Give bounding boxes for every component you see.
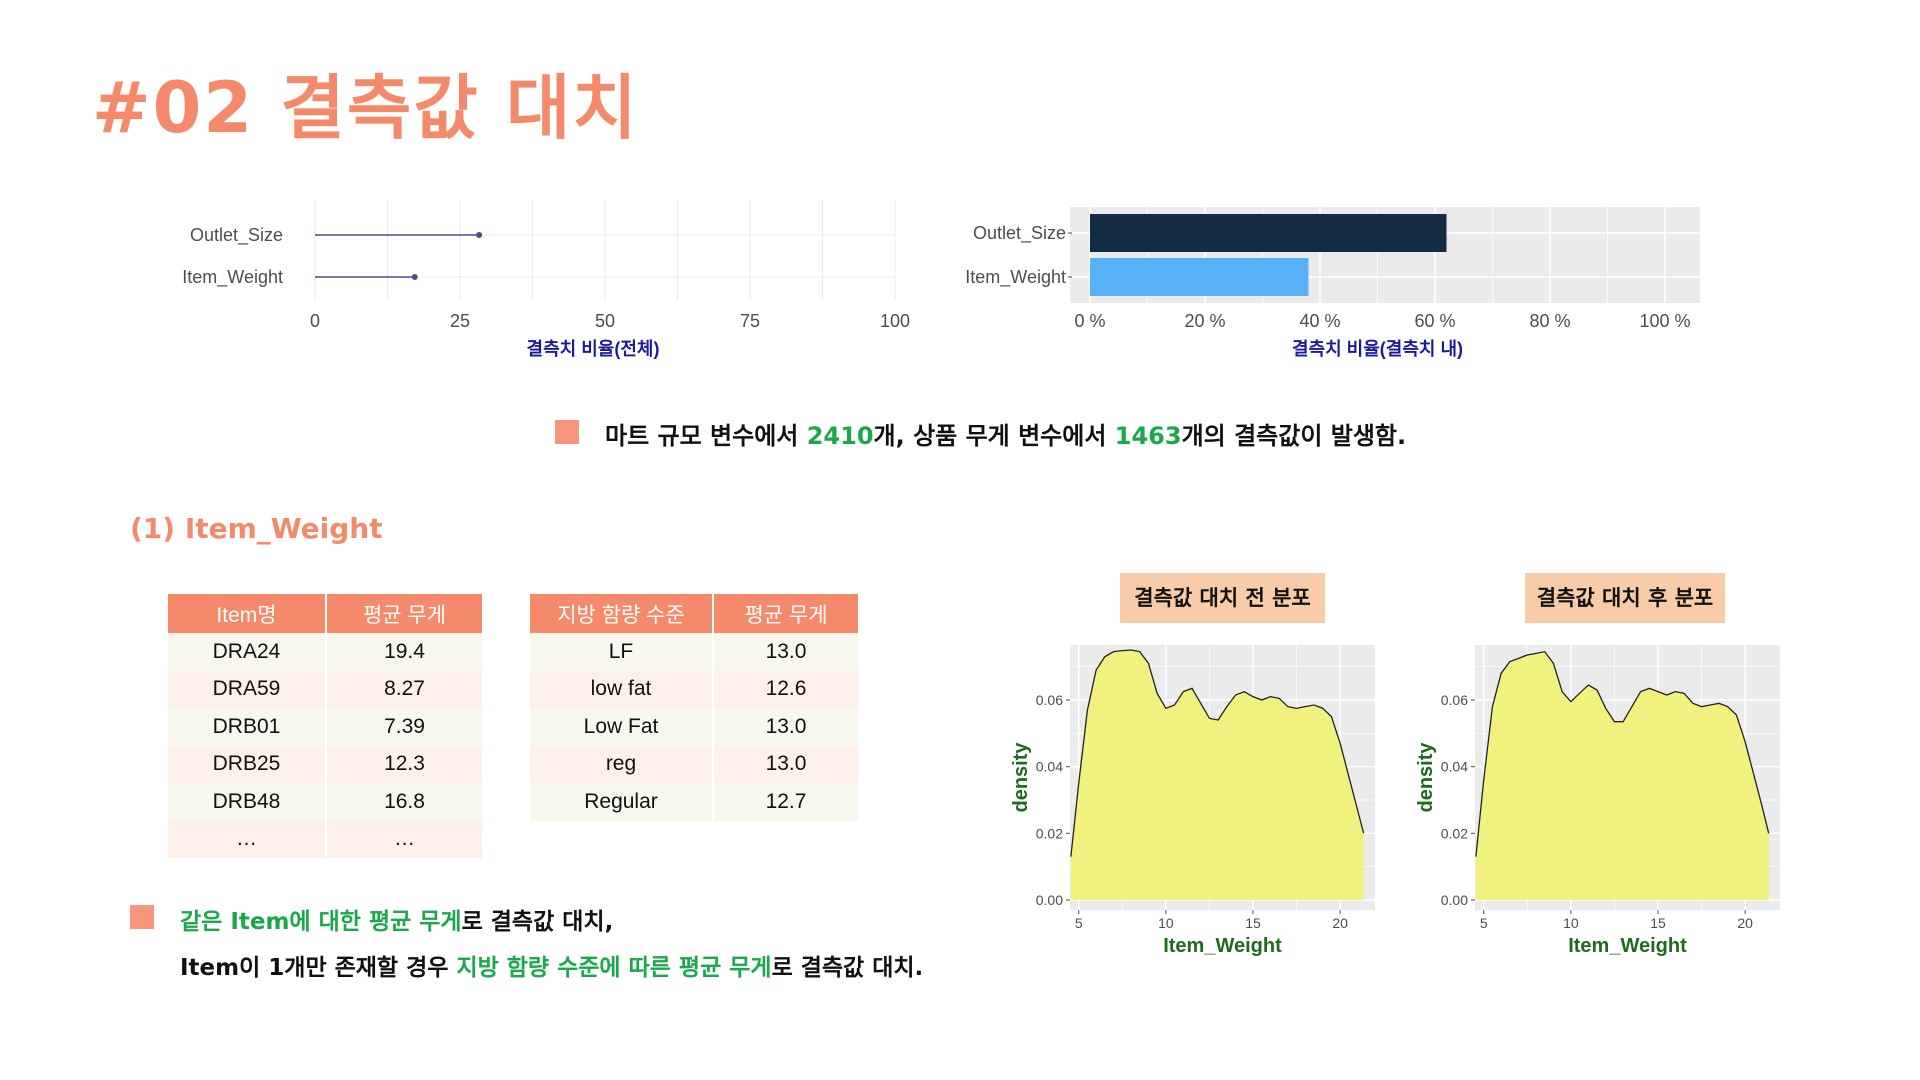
x-axis-label: 결측치 비율(결측치 내)	[1292, 339, 1463, 359]
table-cell: …	[168, 820, 327, 858]
y-tick-label: Outlet_Size	[190, 225, 283, 246]
table-header: 평균 무게	[326, 594, 484, 633]
x-tick-label: 10	[1158, 915, 1174, 931]
table-cell: 13.0	[713, 745, 860, 783]
x-tick-label: 0	[310, 311, 320, 331]
density-after-label: 결측값 대치 후 분포	[1525, 573, 1725, 623]
y-tick-label: 0.02	[1441, 825, 1468, 841]
y-tick-label: 0.04	[1036, 759, 1063, 775]
bullet-square-icon	[555, 420, 579, 444]
x-tick-label: 80 %	[1529, 311, 1570, 331]
x-tick-label: 75	[740, 311, 760, 331]
table-cell: DRB25	[168, 745, 327, 783]
y-tick-label: 0.04	[1441, 759, 1468, 775]
x-axis-label: Item_Weight	[1163, 935, 1282, 957]
item-weight-table: Item명 평균 무게 DRA24 19.4 DRA59 8.27 DRB01 7.39 D…	[168, 594, 484, 858]
x-tick-label: 60 %	[1414, 311, 1455, 331]
table-cell: reg	[530, 745, 714, 783]
table-row: DRB48 16.8	[168, 783, 484, 821]
x-axis-label: Item_Weight	[1568, 935, 1687, 957]
table-row: DRB25 12.3	[168, 745, 484, 783]
table-header: 평균 무게	[713, 594, 860, 633]
table-cell: 12.7	[713, 783, 860, 821]
table-row: DRA59 8.27	[168, 670, 484, 708]
table-cell: DRA59	[168, 670, 327, 708]
x-tick-label: 5	[1075, 915, 1083, 931]
table-cell: 16.8	[326, 783, 484, 821]
bottom-note-line-2: Item이 1개만 존재할 경우 지방 함량 수준에 따른 평균 무게로 결측값…	[180, 955, 924, 981]
table-row: DRA24 19.4	[168, 633, 484, 671]
y-axis-label: density	[1415, 742, 1437, 813]
table-cell: LF	[530, 633, 714, 671]
missing-share-bar-chart: Outlet_Size Item_Weight 0 % 20 % 40 % 60 % 80 …	[965, 207, 1700, 359]
density-after-chart: 5 10 15 20 0.00 0.02 0.04 0.06 Item_Weight densit…	[1415, 645, 1780, 957]
y-tick-label: 0.00	[1036, 892, 1063, 908]
table-cell: DRB48	[168, 783, 327, 821]
table-cell: low fat	[530, 670, 714, 708]
bullet-square-icon	[130, 905, 154, 929]
table-cell: 19.4	[326, 633, 484, 671]
x-tick-label: 50	[595, 311, 615, 331]
table-cell: 8.27	[326, 670, 484, 708]
lollipop-point	[476, 232, 483, 238]
table-row: Regular 12.7	[530, 783, 860, 821]
bar	[1090, 258, 1309, 296]
table-cell: Low Fat	[530, 708, 714, 746]
table-cell: …	[326, 820, 484, 858]
lollipop-point	[411, 274, 418, 280]
table-cell: 12.3	[326, 745, 484, 783]
table-row: LF 13.0	[530, 633, 860, 671]
x-tick-label: 20 %	[1184, 311, 1225, 331]
y-tick-label: Item_Weight	[182, 267, 283, 288]
summary-text: 마트 규모 변수에서 2410개, 상품 무게 변수에서 1463개의 결측값이…	[605, 422, 1407, 450]
table-row: Low Fat 13.0	[530, 708, 860, 746]
section-subheading: (1) Item_Weight	[130, 512, 383, 545]
table-row: ……	[168, 820, 484, 858]
table-cell: DRB01	[168, 708, 327, 746]
table-cell: Regular	[530, 783, 714, 821]
overall-missing-ratio-chart: Outlet_Size Item_Weight 0 25 50 75 100 결측치 비율(전…	[182, 200, 910, 359]
y-tick-label: Item_Weight	[965, 267, 1066, 288]
density-before-label: 결측값 대치 전 분포	[1120, 573, 1325, 623]
table-row: reg 13.0	[530, 745, 860, 783]
density-before-chart: 5 10 15 20 0.00 0.02 0.04 0.06 Item_Weight densit…	[1010, 645, 1375, 957]
bar	[1090, 214, 1447, 252]
table-header: 지방 함량 수준	[530, 594, 714, 633]
y-tick-label: 0.06	[1441, 692, 1468, 708]
x-tick-label: 100 %	[1639, 311, 1690, 331]
x-tick-label: 15	[1650, 915, 1666, 931]
x-tick-label: 15	[1245, 915, 1261, 931]
table-cell: 13.0	[713, 633, 860, 671]
x-tick-label: 20	[1737, 915, 1753, 931]
x-tick-label: 5	[1480, 915, 1488, 931]
y-tick-label: 0.02	[1036, 825, 1063, 841]
x-tick-label: 10	[1563, 915, 1579, 931]
table-header: Item명	[168, 594, 327, 633]
x-tick-label: 25	[450, 311, 470, 331]
table-cell: DRA24	[168, 633, 327, 671]
table-cell: 13.0	[713, 708, 860, 746]
y-tick-label: 0.06	[1036, 692, 1063, 708]
x-tick-label: 0 %	[1074, 311, 1105, 331]
table-row: low fat 12.6	[530, 670, 860, 708]
table-row: DRB01 7.39	[168, 708, 484, 746]
x-tick-label: 20	[1332, 915, 1348, 931]
bottom-note-line-1: 같은 Item에 대한 평균 무게로 결측값 대치,	[180, 909, 614, 935]
x-axis-label: 결측치 비율(전체)	[527, 339, 660, 359]
y-tick-label: 0.00	[1441, 892, 1468, 908]
fat-content-table: 지방 함량 수준 평균 무게 LF 13.0 low fat 12.6 Low Fat 1…	[530, 594, 860, 821]
x-tick-label: 100	[880, 311, 910, 331]
table-cell: 12.6	[713, 670, 860, 708]
page-title: #02 결측값 대치	[92, 67, 639, 149]
y-tick-label: Outlet_Size	[973, 223, 1066, 244]
y-axis-label: density	[1010, 742, 1032, 813]
table-cell: 7.39	[326, 708, 484, 746]
x-tick-label: 40 %	[1299, 311, 1340, 331]
